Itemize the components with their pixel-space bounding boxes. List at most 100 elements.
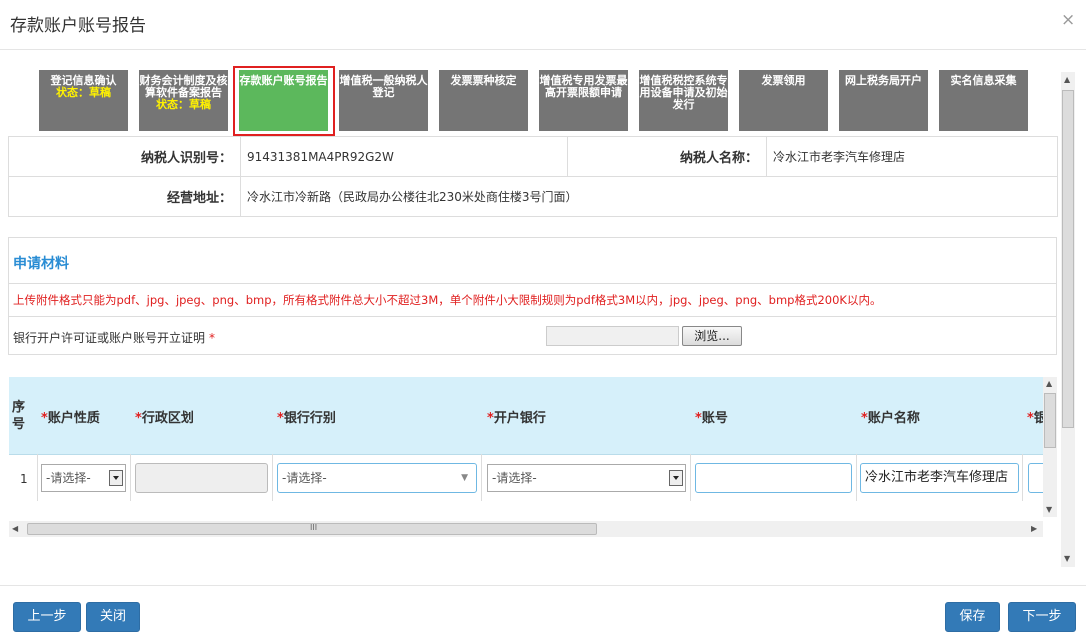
taxpayer-id-value: 91431381MA4PR92G2W [240, 136, 568, 177]
col-account-no: *账号 [695, 407, 728, 426]
col-bank-label: 开户银行 [493, 411, 546, 426]
col-account-name-label: 账户名称 [867, 411, 920, 426]
step-label: 发票票种核定 [450, 74, 517, 87]
step-invoice-type[interactable]: 发票票种核定 [439, 70, 528, 131]
step-vat-general-taxpayer[interactable]: 增值税一般纳税人登记 [339, 70, 428, 131]
cell-divider [272, 454, 273, 501]
scroll-down-icon[interactable]: ▼ [1046, 505, 1052, 514]
col-account-type-label: 账户性质 [47, 411, 100, 426]
divider [9, 283, 1057, 284]
taxpayer-id-label: 纳税人识别号： [8, 136, 241, 177]
header-divider [0, 49, 1086, 50]
bank-type-select[interactable]: -请选择- ▼ [277, 463, 477, 493]
cell-divider [1022, 454, 1023, 501]
step-registration-confirm[interactable]: 登记信息确认 状态：草稿 [39, 70, 128, 131]
grid-vertical-scrollbar[interactable]: ▲ ▼ [1043, 377, 1057, 517]
col-seq: 序号 [12, 400, 26, 432]
file-path-field[interactable] [546, 326, 679, 346]
cell-divider [37, 454, 38, 501]
col-account-name: *账户名称 [861, 407, 920, 426]
col-region-label: 行政区划 [141, 411, 194, 426]
account-no-input[interactable] [695, 463, 852, 493]
divider [9, 316, 1057, 317]
chevron-down-icon: ▼ [461, 473, 468, 483]
step-label: 增值税专用发票最高开票限额申请 [539, 74, 628, 99]
step-label: 发票领用 [761, 74, 806, 87]
required-mark: * [277, 411, 284, 426]
col-cut-label: 银 [1033, 411, 1043, 426]
address-label: 经营地址： [8, 176, 241, 217]
step-accounting-system[interactable]: 财务会计制度及核算软件备案报告 状态：草稿 [139, 70, 228, 131]
bank-type-value: -请选择- [282, 471, 327, 485]
step-label: 增值税税控系统专用设备申请及初始发行 [639, 74, 728, 111]
scroll-down-icon[interactable]: ▼ [1064, 554, 1070, 563]
grid-horizontal-scrollbar[interactable]: ◀ III ▶ [9, 521, 1043, 537]
region-field[interactable] [135, 463, 268, 493]
step-label: 实名信息采集 [950, 74, 1017, 87]
account-type-select[interactable]: -请选择- [41, 464, 126, 492]
col-bank-type: *银行行别 [277, 407, 336, 426]
upload-warning: 上传附件格式只能为pdf、jpg、jpeg、png、bmp，所有格式附件总大小不… [13, 293, 882, 307]
grid-hscroll-thumb[interactable]: III [27, 523, 597, 535]
account-name-input[interactable]: 冷水江市老李汽车修理店 [860, 463, 1019, 493]
save-button[interactable]: 保存 [945, 602, 1000, 632]
cell-divider [481, 454, 482, 501]
cell-divider [856, 454, 857, 501]
bank-select[interactable]: -请选择- [487, 464, 686, 492]
step-real-name-info[interactable]: 实名信息采集 [939, 70, 1028, 131]
required-mark: * [861, 411, 868, 426]
account-type-value: -请选择- [46, 471, 91, 485]
page-vertical-scrollbar[interactable]: ▲ ▼ [1061, 72, 1075, 567]
taxpayer-info-table: 纳税人识别号： 91431381MA4PR92G2W 纳税人名称： 冷水江市老李… [8, 136, 1058, 217]
scroll-up-icon[interactable]: ▲ [1064, 75, 1070, 84]
cell-divider [130, 454, 131, 501]
attachment-label-text: 银行开户许可证或账户账号开立证明 [13, 331, 206, 345]
required-mark: * [695, 411, 702, 426]
step-label: 增值税一般纳税人登记 [339, 74, 428, 99]
step-invoice-receive[interactable]: 发票领用 [739, 70, 828, 131]
scroll-up-icon[interactable]: ▲ [1046, 379, 1052, 388]
col-bank: *开户银行 [487, 407, 546, 426]
required-mark: * [209, 331, 216, 345]
row-seq: 1 [20, 472, 28, 486]
dialog-title: 存款账户账号报告 [10, 16, 146, 36]
close-button[interactable]: 关闭 [86, 602, 140, 632]
close-icon[interactable]: × [1061, 10, 1075, 30]
step-label: 网上税务局开户 [845, 74, 922, 87]
dropdown-arrow-icon [109, 470, 123, 486]
scroll-left-icon[interactable]: ◀ [12, 524, 18, 533]
cell-divider [690, 454, 691, 501]
prev-step-button[interactable]: 上一步 [13, 602, 81, 632]
col-account-no-label: 账号 [701, 411, 728, 426]
grid-scroll-thumb[interactable] [1044, 393, 1056, 448]
dropdown-arrow-icon [669, 470, 683, 486]
bank-value: -请选择- [492, 471, 537, 485]
step-status: 状态：草稿 [156, 98, 211, 111]
taxpayer-name-label: 纳税人名称： [567, 136, 767, 177]
scroll-grip: III [310, 523, 318, 532]
required-mark: * [135, 411, 142, 426]
active-step-highlight [233, 66, 335, 136]
next-step-button[interactable]: 下一步 [1008, 602, 1076, 632]
col-account-type: *账户性质 [41, 407, 100, 426]
col-region: *行政区划 [135, 407, 194, 426]
page-scroll-thumb[interactable] [1062, 90, 1074, 428]
step-tax-control-device[interactable]: 增值税税控系统专用设备申请及初始发行 [639, 70, 728, 131]
taxpayer-name-value: 冷水江市老李汽车修理店 [766, 136, 1058, 177]
required-mark: * [41, 411, 48, 426]
col-bank-type-label: 银行行别 [283, 411, 336, 426]
step-label: 财务会计制度及核算软件备案报告 [139, 74, 228, 99]
required-mark: * [1027, 411, 1034, 426]
col-cut: *银 [1027, 407, 1043, 426]
step-online-tax-account[interactable]: 网上税务局开户 [839, 70, 928, 131]
step-invoice-limit[interactable]: 增值税专用发票最高开票限额申请 [539, 70, 628, 131]
next-column-input[interactable] [1028, 463, 1043, 493]
scroll-right-icon[interactable]: ▶ [1031, 524, 1037, 533]
step-status: 状态：草稿 [56, 86, 111, 99]
browse-button[interactable]: 浏览... [682, 326, 742, 346]
address-value: 冷水江市冷新路（民政局办公楼往北230米处商住楼3号门面） [240, 176, 1058, 217]
required-mark: * [487, 411, 494, 426]
materials-title: 申请材料 [13, 256, 69, 272]
attachment-label: 银行开户许可证或账户账号开立证明 * [13, 329, 215, 346]
footer-divider [0, 585, 1086, 586]
